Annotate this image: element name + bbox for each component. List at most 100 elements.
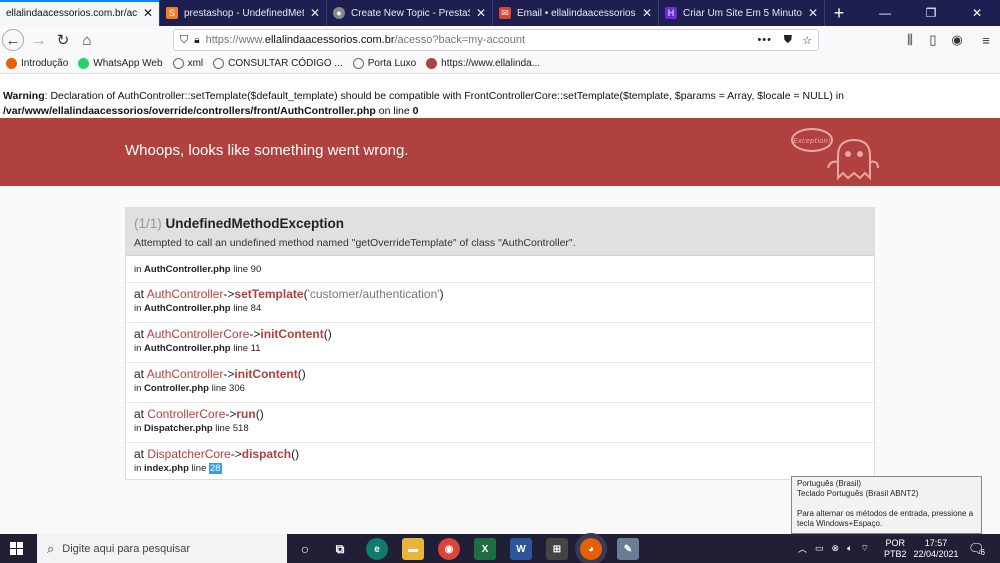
bookmark-consultar-codigo[interactable]: CONSULTAR CÓDIGO ... bbox=[213, 58, 343, 69]
chrome-icon[interactable]: ◉ bbox=[438, 538, 460, 560]
home-icon[interactable]: ⌂ bbox=[74, 27, 100, 53]
reload-icon[interactable]: ↻ bbox=[50, 27, 76, 53]
whatsapp-icon bbox=[78, 58, 90, 69]
new-tab-button[interactable]: + bbox=[825, 0, 853, 26]
email-favicon-icon: ✉ bbox=[499, 7, 511, 19]
stackoverflow-favicon-icon: S bbox=[166, 7, 178, 19]
shield-icon[interactable]: ⛉ bbox=[180, 34, 188, 47]
menu-icon[interactable]: ≡ bbox=[974, 27, 998, 53]
trace-row: at AuthController->initContent() in Cont… bbox=[126, 363, 874, 403]
php-warning: Warning: Declaration of AuthController::… bbox=[3, 89, 997, 119]
site-favicon-icon: H bbox=[665, 7, 677, 19]
tab-title: ellalindaacessorios.com.br/acesso? bbox=[6, 7, 137, 19]
firefox-icon[interactable]: ◕ bbox=[580, 538, 602, 560]
cortana-icon[interactable]: ○ bbox=[294, 538, 316, 560]
tab-prestashop-undefined[interactable]: S prestashop - UndefinedMethodE ✕ bbox=[160, 0, 327, 26]
exception-title: (1/1) UndefinedMethodException bbox=[134, 216, 345, 231]
bookmark-star-icon[interactable]: ☆ bbox=[802, 34, 812, 47]
bookmark-whatsapp[interactable]: WhatsApp Web bbox=[78, 58, 163, 69]
tab-title: Create New Topic - PrestaShop bbox=[351, 7, 470, 19]
minimize-icon[interactable]: — bbox=[862, 0, 908, 26]
notifications-icon[interactable]: 🗨︎ 6 bbox=[968, 534, 985, 563]
selected-line-number[interactable]: 28 bbox=[209, 463, 222, 474]
globe-icon bbox=[213, 58, 225, 69]
tab-title: Email • ellalindaacessorios bbox=[517, 7, 636, 19]
pocket-icon[interactable]: ⛊ bbox=[784, 34, 792, 47]
close-tab-icon[interactable]: ✕ bbox=[476, 6, 486, 20]
tab-create-new-topic[interactable]: ● Create New Topic - PrestaShop ✕ bbox=[327, 0, 493, 26]
close-window-icon[interactable]: ✕ bbox=[954, 0, 1000, 26]
trace-row: at AuthControllerCore->initContent() in … bbox=[126, 323, 874, 363]
language-indicator[interactable]: POR PTB2 bbox=[884, 534, 907, 563]
taskbar-search-box[interactable]: ⌕ Digite aqui para pesquisar bbox=[37, 534, 287, 563]
bookmark-ellalinda[interactable]: https://www.ellalinda... bbox=[426, 58, 540, 69]
browser-tab-bar: ellalindaacessorios.com.br/acesso? ✕ S p… bbox=[0, 0, 1000, 26]
warning-path: /var/www/ellalindaacessorios/override/co… bbox=[3, 105, 376, 117]
warning-text: : Declaration of AuthController::setTemp… bbox=[44, 90, 844, 102]
close-tab-icon[interactable]: ✕ bbox=[310, 6, 320, 20]
exception-panel: (1/1) UndefinedMethodException Attempted… bbox=[125, 207, 875, 480]
volume-icon[interactable]: 🔈︎ bbox=[847, 543, 852, 554]
chevron-up-icon[interactable]: ︿ bbox=[798, 542, 807, 555]
trace-row: at DispatcherCore->dispatch() in index.p… bbox=[134, 447, 300, 474]
back-arrow-icon[interactable]: ← bbox=[2, 29, 24, 51]
trace-row: in AuthController.php line 90 bbox=[126, 256, 874, 283]
exception-message: Attempted to call an undefined method na… bbox=[134, 237, 576, 249]
site-favicon-icon bbox=[426, 58, 438, 69]
windows-start-icon[interactable] bbox=[10, 542, 23, 555]
task-view-icon[interactable]: ⧉ bbox=[329, 538, 351, 560]
search-icon: ⌕ bbox=[47, 540, 55, 556]
warning-label: Warning bbox=[3, 90, 45, 102]
warning-suffix: on line bbox=[375, 105, 413, 117]
windows-taskbar: ⌕ Digite aqui para pesquisar ○ ⧉ e ▬ ◉ X… bbox=[0, 534, 1000, 563]
error-banner-message: Whoops, looks like something went wrong. bbox=[125, 142, 409, 159]
warning-line: 0 bbox=[412, 105, 419, 117]
store-icon[interactable]: ⊞ bbox=[546, 538, 568, 560]
tab-criar-site[interactable]: H Criar Um Site Em 5 Minutos Co ✕ bbox=[659, 0, 825, 26]
tab-title: Criar Um Site Em 5 Minutos Co bbox=[683, 7, 802, 19]
url-path: /acesso?back=my-account bbox=[394, 34, 526, 46]
globe-icon bbox=[352, 58, 364, 69]
excel-icon[interactable]: X bbox=[474, 538, 496, 560]
bookmarks-toolbar: Introdução WhatsApp Web xml CONSULTAR CÓ… bbox=[0, 54, 1000, 74]
edge-icon[interactable]: e bbox=[366, 538, 388, 560]
firefox-icon bbox=[6, 58, 17, 69]
url-bar[interactable]: ⛉ 🔒︎ https://www. ellalindaacessorios.com… bbox=[173, 29, 819, 51]
wifi-icon[interactable]: ⌔ bbox=[860, 543, 868, 554]
input-language-tooltip: Português (Brasil) Teclado Português (Br… bbox=[791, 476, 982, 534]
navigation-toolbar: ← → ↻ ⌂ ⛉ 🔒︎ https://www. ellalindaacesso… bbox=[0, 26, 1000, 54]
prestashop-favicon-icon: ● bbox=[333, 7, 345, 19]
close-tab-icon[interactable]: ✕ bbox=[642, 6, 652, 20]
system-tray: ︿ ▭ ⊗ 🔈︎ ⌔ bbox=[798, 534, 869, 563]
account-icon[interactable]: ◉ bbox=[945, 27, 969, 53]
tab-active[interactable]: ellalindaacessorios.com.br/acesso? ✕ bbox=[0, 0, 160, 26]
close-tab-icon[interactable]: ✕ bbox=[143, 6, 153, 20]
close-tab-icon[interactable]: ✕ bbox=[808, 6, 818, 20]
clock[interactable]: 17:57 22/04/2021 bbox=[913, 534, 958, 563]
exception-name: UndefinedMethodException bbox=[165, 216, 345, 231]
sidebar-icon[interactable]: ▯ bbox=[921, 27, 945, 53]
maximize-icon[interactable]: ❐ bbox=[908, 0, 954, 26]
globe-icon bbox=[172, 58, 184, 69]
word-icon[interactable]: W bbox=[510, 538, 532, 560]
tab-email[interactable]: ✉ Email • ellalindaacessorios ✕ bbox=[493, 0, 659, 26]
bookmark-porta-luxo[interactable]: Porta Luxo bbox=[352, 58, 416, 69]
exception-ghost-icon: Exception! bbox=[791, 128, 879, 181]
search-placeholder: Digite aqui para pesquisar bbox=[62, 542, 191, 555]
exception-header: (1/1) UndefinedMethodException Attempted… bbox=[126, 208, 874, 256]
battery-icon[interactable]: ▭ bbox=[815, 543, 824, 554]
paint-icon[interactable]: ✎ bbox=[617, 538, 639, 560]
error-banner: Whoops, looks like something went wrong.… bbox=[0, 118, 1000, 186]
lock-icon[interactable]: 🔒︎ bbox=[194, 35, 199, 46]
library-icon[interactable]: ⫼ bbox=[898, 27, 922, 53]
url-host: ellalindaacessorios.com.br bbox=[264, 34, 395, 46]
file-explorer-icon[interactable]: ▬ bbox=[402, 538, 424, 560]
network-icon[interactable]: ⊗ bbox=[832, 543, 840, 554]
tab-title: prestashop - UndefinedMethodE bbox=[184, 7, 304, 19]
bookmark-xml[interactable]: xml bbox=[172, 58, 203, 69]
svg-text:Exception!: Exception! bbox=[793, 137, 831, 145]
bookmark-introducao[interactable]: Introdução bbox=[6, 58, 68, 69]
page-actions-icon[interactable]: ••• bbox=[757, 34, 772, 46]
url-scheme: https://www. bbox=[205, 34, 265, 46]
forward-arrow-icon[interactable]: → bbox=[26, 27, 52, 53]
